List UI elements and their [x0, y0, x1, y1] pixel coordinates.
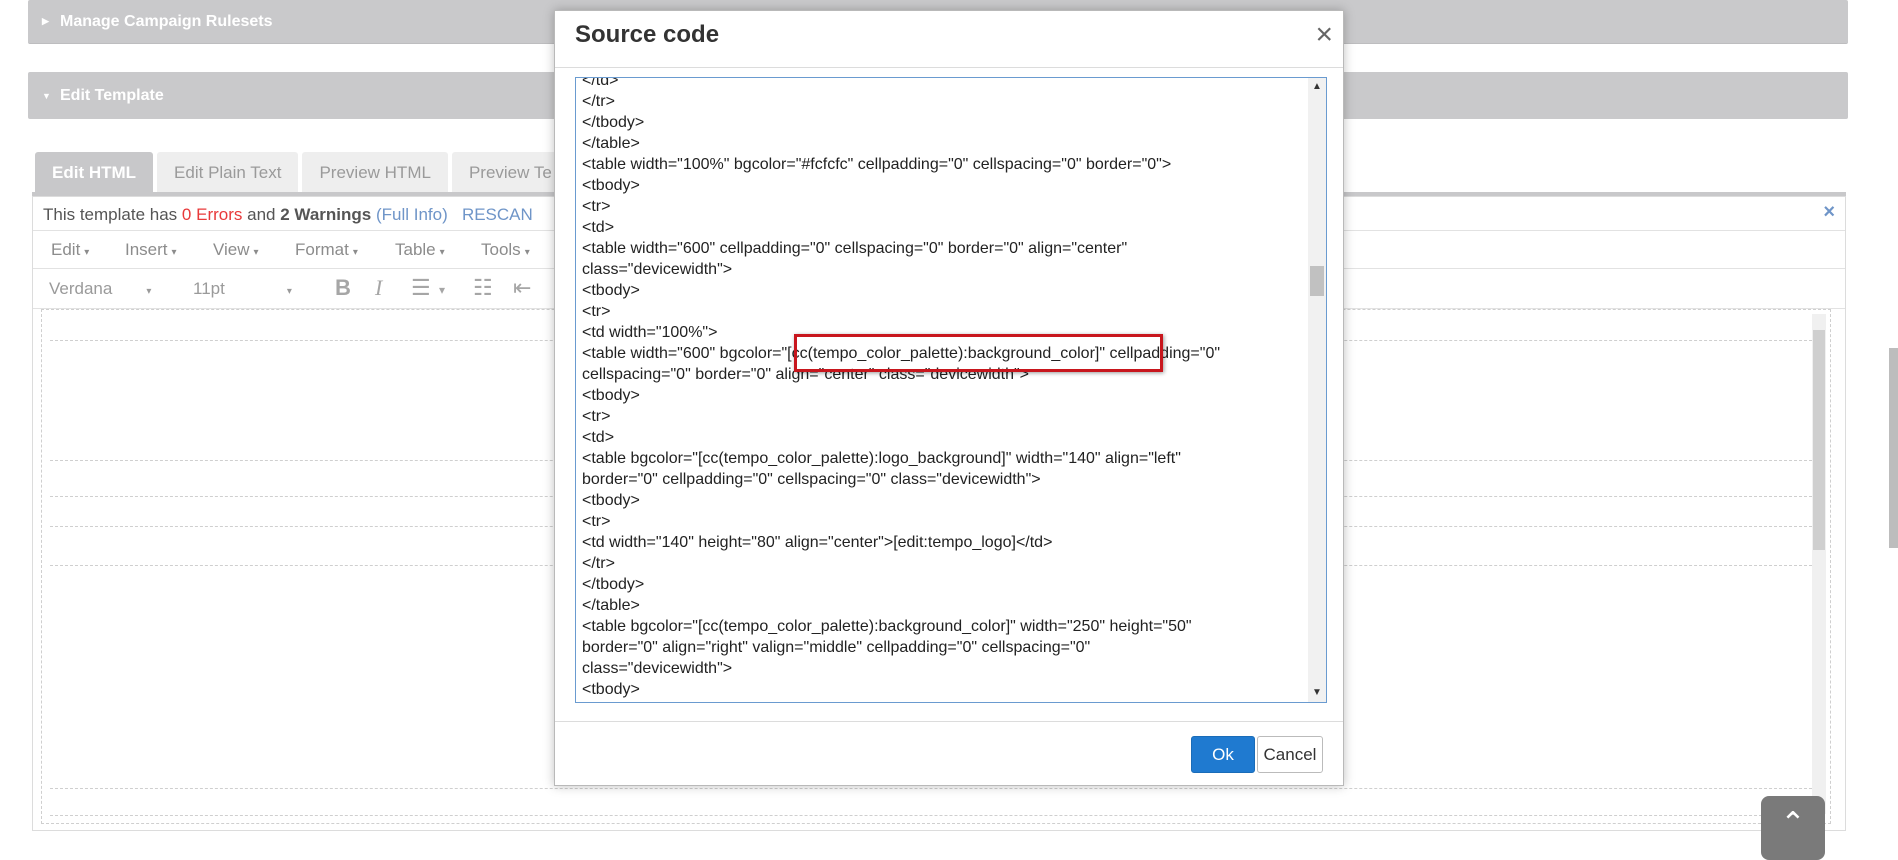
menu-tools[interactable]: Tools ▾ [481, 240, 530, 260]
menu-format[interactable]: Format ▾ [295, 240, 358, 260]
warning-count: 2 Warnings [280, 205, 372, 224]
rescan-link[interactable]: RESCAN [462, 205, 533, 224]
bullet-list-icon[interactable]: ☰ [411, 275, 431, 301]
dialog-title: Source code [575, 21, 720, 48]
italic-icon[interactable]: I [375, 275, 382, 301]
error-count: 0 Errors [181, 205, 243, 224]
caret-right-icon: ▶ [42, 16, 49, 26]
template-tabs: Edit HTML Edit Plain Text Preview HTML P… [35, 152, 569, 194]
menu-view[interactable]: View ▾ [213, 240, 259, 260]
source-code-dialog: Source code × </td> </tr> </tbody> </tab… [554, 10, 1344, 786]
menu-edit[interactable]: Edit ▾ [51, 240, 89, 260]
font-family-select[interactable]: Verdana ▾ [49, 279, 151, 299]
panel-title: Edit Template [60, 86, 164, 104]
back-to-top-button[interactable]: ⌃ [1761, 796, 1825, 860]
bold-icon[interactable]: B [335, 275, 351, 301]
source-code-text[interactable]: </td> </tr> </tbody> </table> <table wid… [582, 78, 1302, 700]
cancel-button[interactable]: Cancel [1257, 736, 1323, 773]
tab-edit-plain-text[interactable]: Edit Plain Text [157, 152, 299, 194]
full-info-link[interactable]: (Full Info) [376, 205, 448, 224]
numbered-list-icon[interactable]: ☷ [473, 275, 493, 301]
canvas-scrollbar[interactable] [1812, 314, 1826, 814]
tab-preview-text[interactable]: Preview Te [451, 152, 569, 194]
chevron-down-icon[interactable]: ▾ [439, 283, 445, 297]
close-icon[interactable]: × [1823, 201, 1835, 224]
menu-insert[interactable]: Insert ▾ [125, 240, 177, 260]
code-scrollbar[interactable]: ▲ ▼ [1308, 78, 1326, 702]
validation-message: This template has 0 Errors and 2 Warning… [43, 205, 533, 224]
tab-edit-html[interactable]: Edit HTML [35, 152, 154, 194]
highlight-annotation [794, 334, 1163, 372]
tab-preview-html[interactable]: Preview HTML [302, 152, 448, 194]
source-code-textarea[interactable]: </td> </tr> </tbody> </table> <table wid… [575, 77, 1327, 703]
scroll-down-icon[interactable]: ▼ [1308, 684, 1326, 702]
menu-table[interactable]: Table ▾ [395, 240, 445, 260]
scroll-up-icon[interactable]: ▲ [1308, 78, 1326, 96]
panel-title: Manage Campaign Rulesets [60, 12, 273, 30]
ok-button[interactable]: Ok [1191, 736, 1255, 773]
page-scrollbar[interactable] [1889, 348, 1898, 548]
font-size-select[interactable]: 11pt ▾ [193, 279, 292, 299]
close-icon[interactable]: × [1315, 20, 1333, 50]
caret-down-icon: ▼ [42, 90, 51, 101]
outdent-icon[interactable]: ⇤ [513, 275, 531, 301]
